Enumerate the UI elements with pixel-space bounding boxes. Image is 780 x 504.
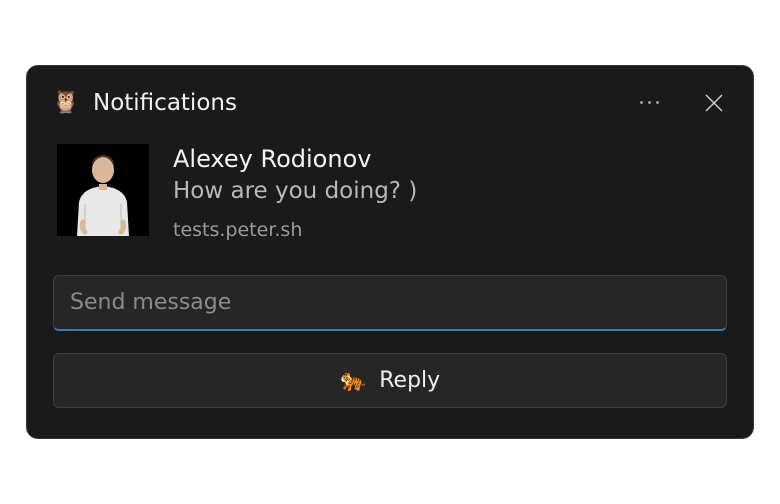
close-icon[interactable] (701, 90, 727, 116)
toast-header: 🦉 Notifications (53, 90, 727, 116)
toast-title: Notifications (93, 90, 620, 116)
cat-icon: 🐅 (340, 370, 367, 392)
header-actions (634, 90, 727, 116)
sender-name: Alexey Rodionov (173, 144, 417, 175)
source-label: tests.peter.sh (173, 219, 417, 241)
message-text: How are you doing? ) (173, 177, 417, 207)
reply-button[interactable]: 🐅 Reply (53, 353, 727, 408)
notification-body: Alexey Rodionov How are you doing? ) tes… (53, 144, 727, 241)
reply-button-label: Reply (379, 368, 440, 393)
notification-toast: 🦉 Notifications (26, 65, 754, 439)
notification-text: Alexey Rodionov How are you doing? ) tes… (173, 144, 417, 241)
app-icon: 🦉 (53, 90, 79, 116)
sender-avatar (57, 144, 149, 236)
more-options-icon[interactable] (634, 95, 665, 110)
reply-input[interactable] (53, 275, 727, 331)
